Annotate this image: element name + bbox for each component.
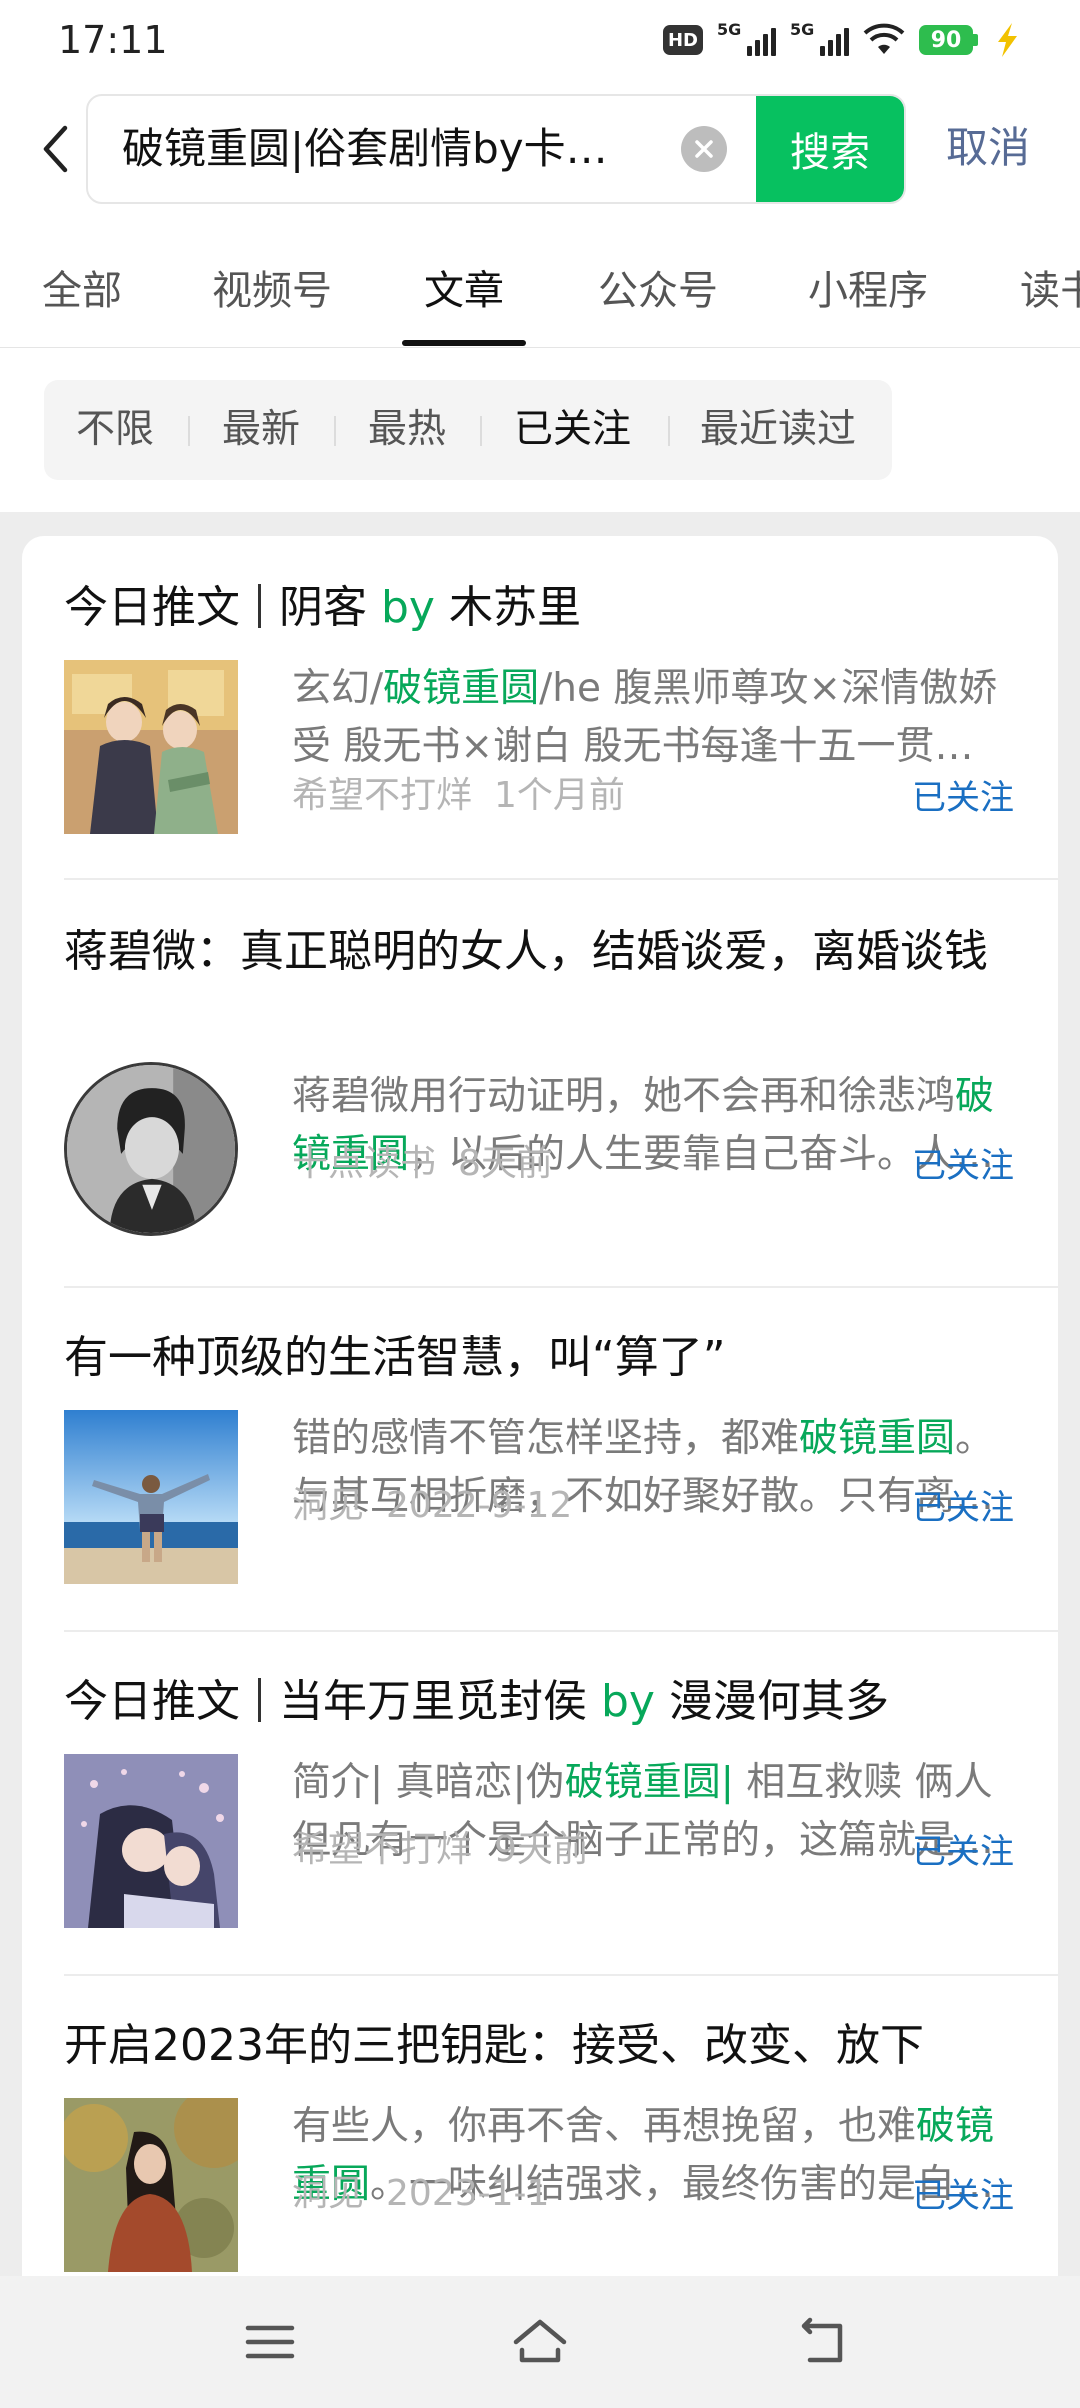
signal-icon: 5G — [717, 20, 776, 56]
article-date: 8天前 — [458, 1143, 553, 1184]
search-box[interactable]: 破镜重圆|俗套剧情by卡… 搜索 — [86, 94, 906, 204]
followed-badge: 已关注 — [912, 1832, 1014, 1872]
article-source[interactable]: 希望不打烊 — [292, 775, 472, 816]
list-item[interactable]: 开启2023年的三把钥匙：接受、改变、放下 有些人，你再不舍、再想挽留，也难破镜… — [64, 2014, 1058, 2272]
back-button[interactable] — [30, 114, 80, 184]
cancel-button[interactable]: 取消 — [946, 116, 1030, 180]
status-icons: HD 5G 5G 90 — [663, 20, 1022, 58]
article-meta: 希望不打烊 9天前 — [292, 1820, 589, 1872]
article-snippet: 玄幻/破镜重圆/he 腹黑师尊攻×深情傲娇 受 殷无书×谢白 殷无书每逢十五一贯… — [292, 666, 998, 769]
filter-latest[interactable]: 最新 — [222, 380, 300, 480]
article-date: 9天前 — [494, 1829, 589, 1870]
article-source[interactable]: 洞见 — [292, 2173, 364, 2214]
signal-icon: 5G — [790, 20, 849, 56]
followed-badge: 已关注 — [912, 778, 1014, 818]
tab-articles[interactable]: 文章 — [424, 258, 504, 316]
article-thumbnail[interactable] — [64, 1754, 238, 1928]
system-nav-bar — [0, 2276, 1080, 2408]
tab-official-accounts[interactable]: 公众号 — [598, 258, 718, 316]
active-tab-indicator — [402, 340, 526, 346]
divider — [64, 1974, 1058, 1976]
wifi-icon — [863, 23, 905, 54]
category-tabs: 全部 视频号 文章 公众号 小程序 读书 — [0, 216, 1080, 348]
filter-unlimited[interactable]: 不限 — [76, 380, 154, 480]
tab-mini-programs[interactable]: 小程序 — [808, 258, 928, 316]
article-title[interactable]: 今日推文 当年万里觅封侯 by 漫漫何其多 — [64, 1670, 1034, 1734]
battery-level: 90 — [919, 25, 973, 55]
article-date: 2022-9-12 — [386, 1485, 573, 1526]
article-meta: 洞见 2023-1-1 — [292, 2164, 549, 2216]
article-title[interactable]: 蒋碧微：真正聪明的女人，结婚谈爱，离婚谈钱 — [64, 920, 1004, 984]
list-item[interactable]: 蒋碧微：真正聪明的女人，结婚谈爱，离婚谈钱 蒋碧微用行动证明，她不会再和徐悲鸿破… — [64, 920, 1058, 1236]
status-bar: 17:11 HD 5G 5G 90 — [0, 0, 1080, 84]
article-meta: 十点读书 8天前 — [292, 1134, 553, 1186]
followed-badge: 已关注 — [912, 1488, 1014, 1528]
article-meta: 希望不打烊 1个月前 — [292, 766, 625, 818]
followed-badge: 已关注 — [912, 1146, 1014, 1186]
article-title[interactable]: 有一种顶级的生活智慧，叫“算了” — [64, 1326, 1034, 1390]
list-item[interactable]: 今日推文 阴客 by 木苏里 玄幻/破镜重圆/he 腹黑师尊攻×深情傲娇 受 殷无… — [64, 576, 1058, 834]
list-item[interactable]: 有一种顶级的生活智慧，叫“算了” 错的感情不管怎样坚持，都难破镜重圆。 与其互相… — [64, 1326, 1058, 1584]
search-button[interactable]: 搜索 — [756, 96, 904, 202]
filter-hottest[interactable]: 最热 — [368, 380, 446, 480]
divider — [64, 878, 1058, 880]
back-icon[interactable] — [796, 2312, 856, 2372]
search-header: 破镜重圆|俗套剧情by卡… 搜索 取消 — [0, 84, 1080, 216]
article-thumbnail[interactable] — [64, 2098, 238, 2272]
results-card: 今日推文 阴客 by 木苏里 玄幻/破镜重圆/he 腹黑师尊攻×深情傲娇 受 殷无… — [22, 536, 1058, 2276]
filter-followed[interactable]: 已关注 — [514, 380, 631, 480]
status-time: 17:11 — [58, 18, 168, 62]
divider — [64, 1630, 1058, 1632]
article-date: 2023-1-1 — [386, 2173, 550, 2214]
article-title[interactable]: 开启2023年的三把钥匙：接受、改变、放下 — [64, 2014, 1034, 2078]
hd-icon: HD — [663, 25, 703, 55]
article-source[interactable]: 希望不打烊 — [292, 1829, 472, 1870]
clear-search-icon[interactable] — [681, 126, 727, 172]
article-thumbnail[interactable] — [64, 1410, 238, 1584]
article-date: 1个月前 — [494, 775, 625, 816]
article-title[interactable]: 今日推文 阴客 by 木苏里 — [64, 576, 1034, 640]
chevron-left-icon — [43, 125, 68, 173]
filter-area: 不限 最新 最热 已关注 最近读过 — [0, 348, 1080, 512]
article-source[interactable]: 十点读书 — [292, 1143, 436, 1184]
tab-all[interactable]: 全部 — [42, 258, 122, 316]
filter-recently-read[interactable]: 最近读过 — [700, 380, 856, 480]
charging-bolt-icon — [998, 23, 1017, 57]
signal-label: 5G — [717, 20, 742, 39]
article-meta: 洞见 2022-9-12 — [292, 1476, 572, 1528]
search-input[interactable]: 破镜重圆|俗套剧情by卡… — [122, 96, 722, 202]
battery-icon: 90 — [919, 25, 978, 55]
list-item[interactable]: 今日推文 当年万里觅封侯 by 漫漫何其多 简介| 真暗恋|伪破镜重圆| 相互救赎… — [64, 1670, 1058, 1928]
followed-badge: 已关注 — [912, 2176, 1014, 2216]
home-icon[interactable] — [510, 2312, 570, 2372]
filter-bar: 不限 最新 最热 已关注 最近读过 — [44, 380, 892, 480]
article-thumbnail[interactable] — [64, 660, 238, 834]
divider — [64, 1286, 1058, 1288]
signal-label: 5G — [790, 20, 815, 39]
tab-reading[interactable]: 读书 — [1020, 258, 1080, 316]
article-thumbnail[interactable] — [64, 1062, 238, 1236]
menu-icon[interactable] — [240, 2312, 300, 2372]
article-source[interactable]: 洞见 — [292, 1485, 364, 1526]
tab-channels[interactable]: 视频号 — [212, 258, 332, 316]
